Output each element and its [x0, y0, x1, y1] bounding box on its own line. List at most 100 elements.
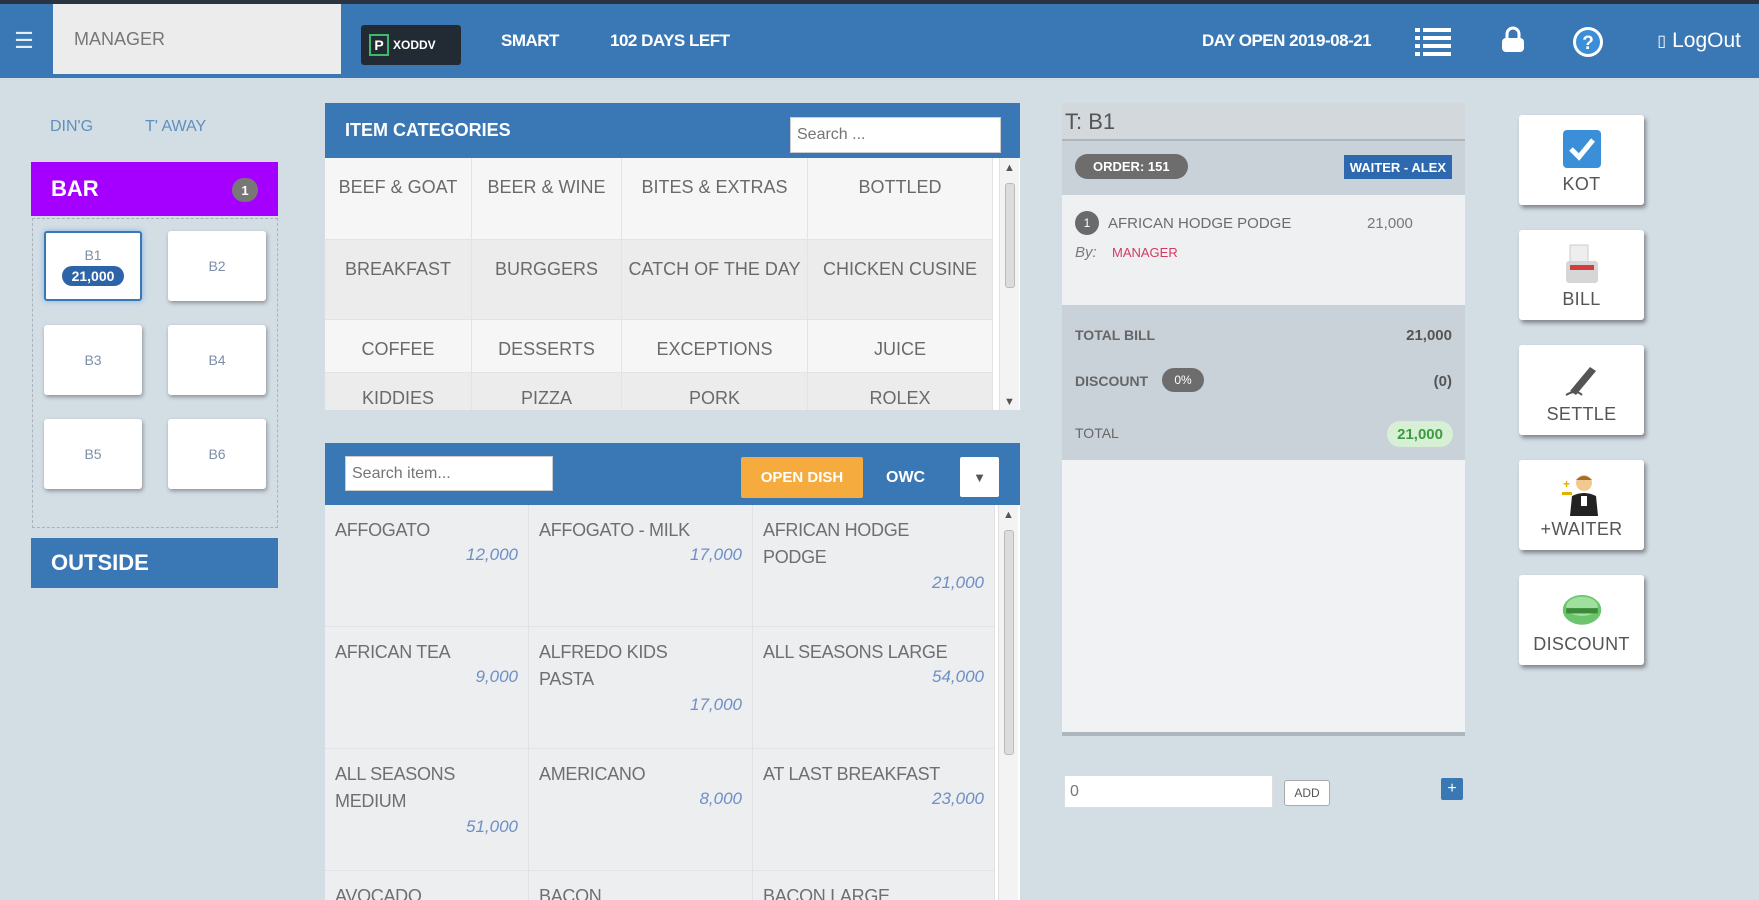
table-b1[interactable]: B1 21,000	[44, 231, 142, 301]
logout-button[interactable]: ▯ LogOut	[1657, 29, 1741, 53]
chevron-down-icon[interactable]: ▼	[960, 457, 999, 497]
categories-panel: ITEM CATEGORIES BEEF & GOAT BEER & WINE …	[325, 103, 1020, 410]
add-waiter-label: +WAITER	[1540, 519, 1623, 539]
receipt-icon	[1561, 243, 1603, 285]
logout-icon: ▯	[1657, 33, 1667, 50]
menu-item[interactable]: ALFREDO KIDS PASTA 17,000	[529, 627, 753, 749]
menu-item[interactable]: BACON	[529, 871, 753, 900]
plus-icon[interactable]: +	[1441, 778, 1463, 800]
menu-item[interactable]: ALL SEASONS MEDIUM 51,000	[325, 749, 529, 871]
scroll-up-icon[interactable]: ▲	[1004, 162, 1015, 174]
menu-item-name: AVOCADO	[335, 886, 422, 900]
category-item[interactable]: BEEF & GOAT	[325, 158, 472, 240]
top-bar: ☰ MANAGER P XODDV SMART 102 DAYS LEFT DA…	[0, 0, 1759, 78]
menu-item-name: ALL SEASONS MEDIUM	[335, 764, 456, 811]
category-item[interactable]: CHICKEN CUSINE	[808, 240, 993, 320]
category-item[interactable]: EXCEPTIONS	[622, 320, 808, 373]
category-item[interactable]: BURGGERS	[472, 240, 622, 320]
table-name: B3	[84, 352, 102, 368]
category-item[interactable]: PORK	[622, 373, 808, 410]
line-by-label: By:	[1075, 244, 1097, 261]
scroll-down-icon[interactable]: ▼	[1004, 396, 1015, 408]
logout-label: LogOut	[1672, 29, 1741, 52]
table-b5[interactable]: B5	[44, 419, 142, 489]
waiter-icon: +	[1561, 473, 1603, 516]
category-item[interactable]: BREAKFAST	[325, 240, 472, 320]
menu-item-price: 9,000	[475, 667, 518, 686]
category-item[interactable]: DESSERTS	[472, 320, 622, 373]
table-b2[interactable]: B2	[168, 231, 266, 301]
discount-tag-icon	[1561, 588, 1603, 630]
order-subheader: ORDER: 151 WAITER - ALEX	[1062, 141, 1465, 195]
order-line-item[interactable]: 1 AFRICAN HODGE PODGE 21,000 By: MANAGER	[1062, 195, 1465, 305]
help-icon[interactable]: ?	[1572, 26, 1604, 58]
menu-item[interactable]: ALL SEASONS LARGE 54,000	[753, 627, 995, 749]
section-bar[interactable]: BAR 1	[31, 162, 278, 216]
menu-item-name: AFFOGATO	[335, 520, 430, 540]
section-bar-label: BAR	[51, 176, 99, 201]
kot-button[interactable]: KOT	[1519, 115, 1644, 205]
order-footer-divider	[1062, 732, 1465, 736]
settle-button[interactable]: SETTLE	[1519, 345, 1644, 435]
discount-label: DISCOUNT	[1075, 373, 1149, 389]
items-header: OPEN DISH OWC ▼	[325, 443, 1020, 505]
add-waiter-button[interactable]: + +WAITER	[1519, 460, 1644, 550]
category-item[interactable]: KIDDIES	[325, 373, 472, 410]
item-scrollbar[interactable]: ▲	[998, 505, 1018, 900]
category-item[interactable]: BOTTLED	[808, 158, 993, 240]
category-search-input[interactable]	[790, 117, 1001, 153]
table-b4[interactable]: B4	[168, 325, 266, 395]
categories-header: ITEM CATEGORIES	[325, 103, 1020, 158]
table-b3[interactable]: B3	[44, 325, 142, 395]
plan-label: SMART	[501, 31, 559, 50]
discount-button[interactable]: DISCOUNT	[1519, 575, 1644, 665]
scroll-thumb[interactable]	[1004, 530, 1014, 755]
add-button[interactable]: ADD	[1284, 780, 1330, 806]
menu-item[interactable]: AT LAST BREAKFAST 23,000	[753, 749, 995, 871]
category-item[interactable]: JUICE	[808, 320, 993, 373]
total-bill-label: TOTAL BILL	[1075, 327, 1156, 343]
open-dish-button[interactable]: OPEN DISH	[741, 457, 863, 498]
days-left: 102 DAYS LEFT	[610, 31, 730, 50]
scroll-thumb[interactable]	[1005, 183, 1015, 288]
category-item[interactable]: BITES & EXTRAS	[622, 158, 808, 240]
order-totals: TOTAL BILL 21,000 DISCOUNT 0% (0) TOTAL …	[1062, 305, 1465, 460]
menu-item[interactable]: AFRICAN HODGE PODGE 21,000	[753, 505, 995, 627]
items-panel: OPEN DISH OWC ▼ AFFOGATO 12,000 AFFOGATO…	[325, 443, 1020, 900]
menu-item-price: 17,000	[690, 545, 742, 564]
category-item[interactable]: COFFEE	[325, 320, 472, 373]
table-b6[interactable]: B6	[168, 419, 266, 489]
category-item[interactable]: PIZZA	[472, 373, 622, 410]
add-quantity-input[interactable]	[1064, 775, 1273, 808]
lock-icon[interactable]	[1499, 26, 1527, 54]
tab-takeaway[interactable]: T' AWAY	[145, 118, 206, 136]
order-table-title: T: B1	[1062, 103, 1465, 141]
table-name: B4	[208, 352, 226, 368]
category-item[interactable]: ROLEX	[808, 373, 993, 410]
menu-item[interactable]: AVOCADO	[325, 871, 529, 900]
dining-tabs: DIN'G T' AWAY	[50, 118, 206, 136]
menu-item-name: BACON LARGE	[763, 886, 890, 900]
tab-dining[interactable]: DIN'G	[50, 118, 93, 136]
total-bill-value: 21,000	[1406, 327, 1452, 344]
menu-item[interactable]: AFFOGATO 12,000	[325, 505, 529, 627]
section-outside[interactable]: OUTSIDE	[31, 538, 278, 588]
waiter-tag[interactable]: WAITER - ALEX	[1343, 155, 1452, 179]
menu-item[interactable]: AFFOGATO - MILK 17,000	[529, 505, 753, 627]
owc-button[interactable]: OWC	[886, 469, 925, 487]
bill-button[interactable]: BILL	[1519, 230, 1644, 320]
scroll-up-icon[interactable]: ▲	[1003, 509, 1014, 521]
menu-item[interactable]: AFRICAN TEA 9,000	[325, 627, 529, 749]
menu-item[interactable]: AMERICANO 8,000	[529, 749, 753, 871]
current-user: MANAGER	[53, 4, 341, 74]
menu-item[interactable]: BACON LARGE	[753, 871, 995, 900]
menu-item-price: 51,000	[466, 817, 518, 836]
list-icon[interactable]	[1415, 26, 1451, 56]
category-item[interactable]: BEER & WINE	[472, 158, 622, 240]
menu-toggle-icon[interactable]: ☰	[0, 4, 48, 78]
category-scrollbar[interactable]: ▲ ▼	[999, 158, 1019, 410]
menu-item-name: AFRICAN TEA	[335, 642, 451, 662]
item-search-input[interactable]	[345, 456, 553, 491]
checkbox-icon	[1561, 128, 1603, 170]
category-item[interactable]: CATCH OF THE DAY	[622, 240, 808, 320]
